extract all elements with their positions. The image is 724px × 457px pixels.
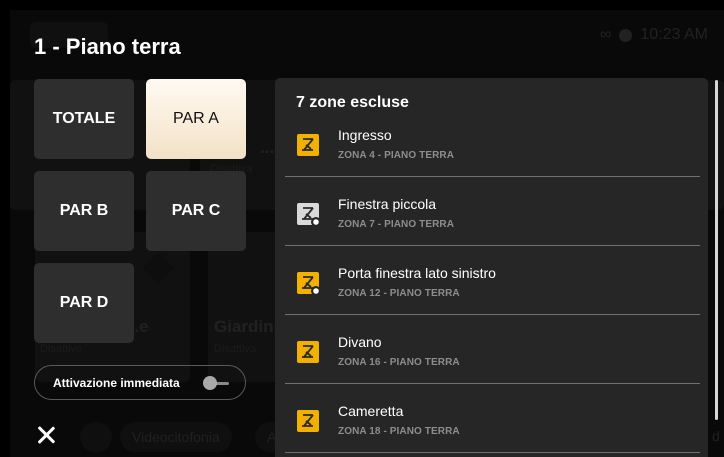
immediate-activation-label: Attivazione immediata: [53, 375, 180, 390]
zone-item[interactable]: Divano ZONA 16 - PIANO TERRA: [285, 316, 700, 384]
par-a-button[interactable]: PAR A: [146, 79, 246, 159]
par-c-button[interactable]: PAR C: [146, 171, 246, 251]
zone-name: Finestra piccola: [338, 196, 437, 212]
excluded-zones-panel: 7 zone escluse Ingresso ZONA 4 - PIANO T…: [275, 78, 708, 457]
zone-sensor-yellow-icon: [297, 341, 319, 363]
zone-name: Divano: [338, 334, 382, 350]
zone-item[interactable]: Ingresso ZONA 4 - PIANO TERRA: [285, 109, 700, 177]
zone-sensor-yellow-icon: [297, 134, 319, 156]
zone-sensor-gray-icon: [297, 203, 320, 226]
zone-sub: ZONA 18 - PIANO TERRA: [338, 426, 460, 437]
alarm-screen: ...o te Disattiva ...e Disattive Giardin…: [10, 10, 724, 457]
totale-button[interactable]: TOTALE: [34, 79, 134, 159]
dialog-title: 1 - Piano terra: [34, 34, 181, 59]
zone-sensor-yellow-icon: [297, 410, 319, 432]
scrollbar[interactable]: [715, 80, 718, 420]
zone-item[interactable]: Cameretta ZONA 18 - PIANO TERRA: [285, 385, 700, 453]
zone-name: Ingresso: [338, 127, 392, 143]
zone-sub: ZONA 7 - PIANO TERRA: [338, 219, 455, 230]
zone-item[interactable]: Finestra piccola ZONA 7 - PIANO TERRA: [285, 178, 700, 246]
zone-sub: ZONA 12 - PIANO TERRA: [338, 288, 460, 299]
par-d-button[interactable]: PAR D: [34, 263, 134, 343]
zone-sub: ZONA 16 - PIANO TERRA: [338, 357, 460, 368]
switch-knob: [203, 376, 217, 390]
zone-item[interactable]: Porta finestra lato sinistro ZONA 12 - P…: [285, 247, 700, 315]
immediate-activation-toggle[interactable]: Attivazione immediata: [34, 365, 246, 400]
zone-name: Porta finestra lato sinistro: [338, 265, 496, 281]
zone-sensor-yellow-icon: [297, 272, 320, 295]
close-icon[interactable]: [35, 424, 57, 446]
toggle-switch[interactable]: [203, 376, 229, 390]
zone-name: Cameretta: [338, 403, 404, 419]
par-b-button[interactable]: PAR B: [34, 171, 134, 251]
zone-sub: ZONA 4 - PIANO TERRA: [338, 150, 455, 161]
